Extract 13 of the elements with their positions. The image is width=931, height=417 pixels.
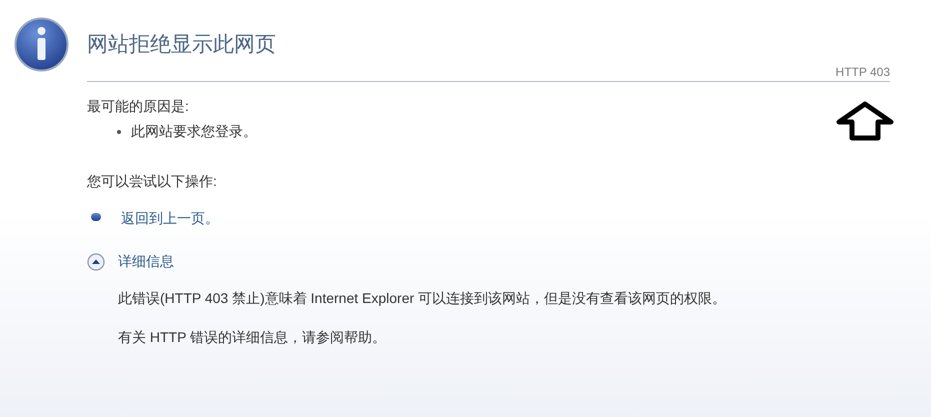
error-code: HTTP 403 (836, 65, 890, 79)
up-arrow-icon (836, 101, 894, 141)
reasons-heading: 最可能的原因是: (87, 97, 190, 116)
actions-heading: 您可以尝试以下操作: (87, 172, 218, 191)
bullet-icon (91, 213, 101, 221)
details-paragraph: 此错误(HTTP 403 禁止)意味着 Internet Explorer 可以连接到该网站，但是没有查看该网页的权限。 (118, 289, 728, 308)
bullet-icon (117, 130, 121, 134)
reason-text: 此网站要求您登录。 (131, 122, 257, 141)
details-toggle[interactable]: 详细信息 (87, 251, 174, 272)
info-icon (14, 17, 69, 72)
back-link[interactable]: 返回到上一页。 (121, 208, 219, 229)
details-paragraph: 有关 HTTP 错误的详细信息，请参阅帮助。 (118, 328, 388, 347)
page-title: 网站拒绝显示此网页 (87, 32, 277, 58)
